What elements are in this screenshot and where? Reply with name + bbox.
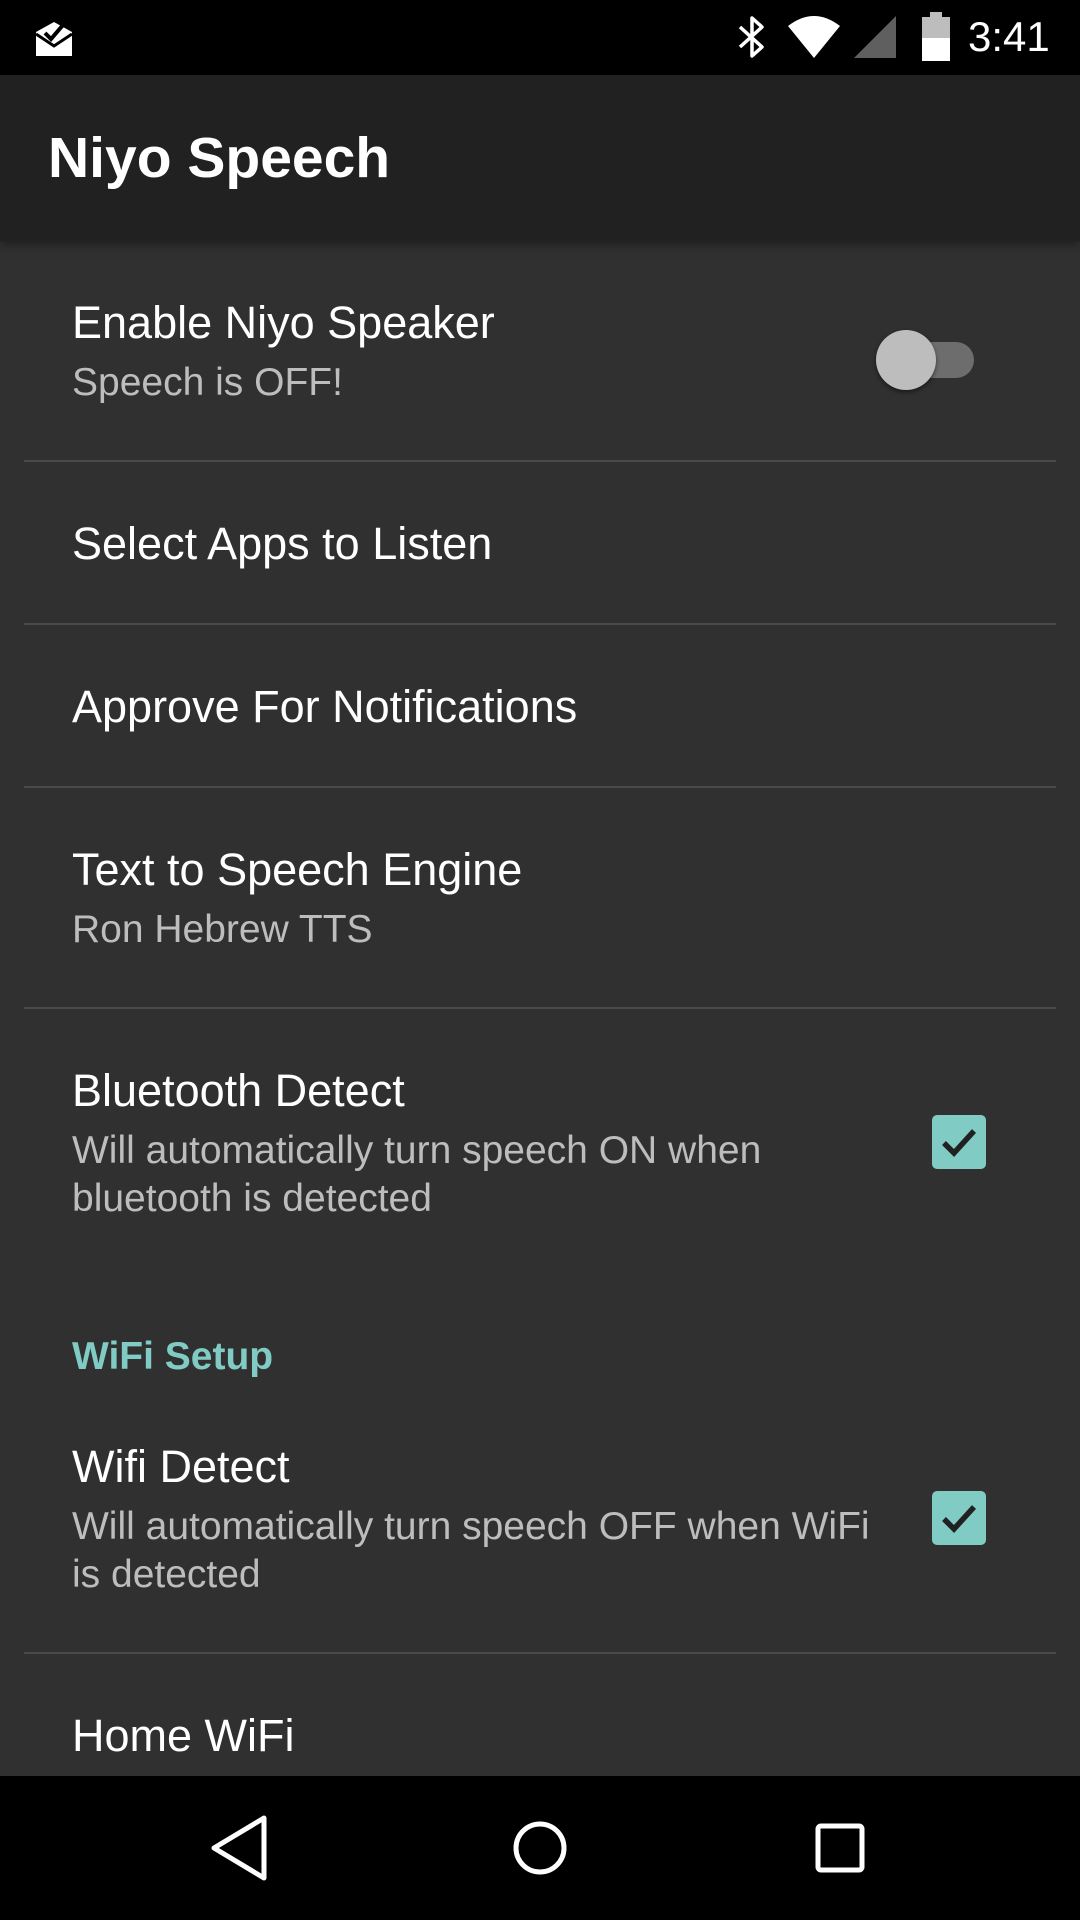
app-bar: Niyo Speech [0,75,1080,241]
speaker-switch[interactable] [876,327,982,390]
recents-icon[interactable] [800,1808,880,1888]
check-icon [942,1505,977,1533]
pref-wifi-detect-title: Wifi Detect [72,1441,290,1492]
pref-bluetooth-detect-title: Bluetooth Detect [72,1065,405,1116]
mail-done-icon [35,22,73,56]
pref-home-wifi[interactable]: Home WiFi [0,1654,1080,1776]
pref-tts-engine-summary: Ron Hebrew TTS [72,908,373,951]
status-time: 3:41 [968,13,1050,60]
pref-approve-notifications[interactable]: Approve For Notifications [0,625,1080,787]
switch-thumb [876,330,936,390]
pref-home-wifi-title: Home WiFi [72,1710,295,1761]
category-wifi-setup: WiFi Setup [72,1335,274,1378]
pref-tts-engine[interactable]: Text to Speech Engine Ron Hebrew TTS [0,788,1080,1008]
pref-enable-speaker[interactable]: Enable Niyo Speaker Speech is OFF! [0,241,1080,461]
check-icon [942,1129,977,1157]
bluetooth-checkbox[interactable] [932,1115,986,1169]
navigation-bar [0,1776,1080,1920]
bluetooth-icon [738,16,764,58]
pref-wifi-detect[interactable]: Wifi Detect Will automatically turn spee… [0,1385,1080,1653]
pref-enable-speaker-title: Enable Niyo Speaker [72,297,495,348]
pref-enable-speaker-summary: Speech is OFF! [72,361,343,404]
pref-bluetooth-detect[interactable]: Bluetooth Detect Will automatically turn… [0,1009,1080,1299]
pref-approve-notifications-title: Approve For Notifications [72,681,578,732]
pref-bluetooth-detect-summary: Will automatically turn speech ON when b… [72,1129,762,1220]
wifi-icon [788,16,840,58]
pref-select-apps-title: Select Apps to Listen [72,518,493,569]
battery-icon [922,12,950,61]
screen: 3:41 Niyo Speech Enable Niyo Speaker Spe… [0,0,1080,1920]
status-bar: 3:41 [0,0,1080,75]
pref-wifi-detect-summary: Will automatically turn speech OFF when … [72,1505,870,1596]
pref-tts-engine-title: Text to Speech Engine [72,844,523,895]
signal-icon [854,16,896,58]
app-title: Niyo Speech [48,126,391,190]
pref-select-apps[interactable]: Select Apps to Listen [0,462,1080,624]
back-icon[interactable] [200,1808,280,1888]
wifi-checkbox[interactable] [932,1491,986,1545]
home-icon[interactable] [500,1808,580,1888]
